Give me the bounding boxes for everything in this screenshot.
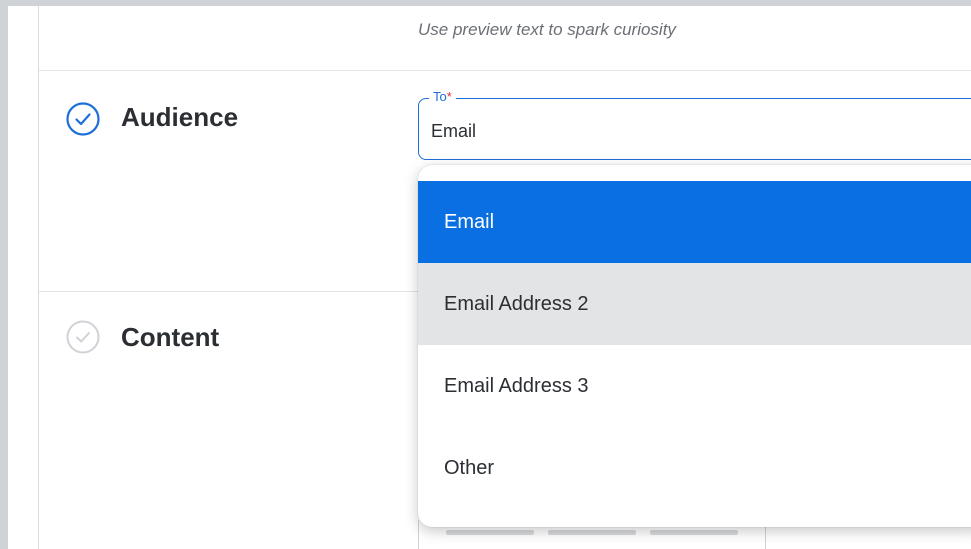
placeholder-bar bbox=[650, 530, 738, 535]
menu-item-email-address-3[interactable]: Email Address 3 bbox=[418, 345, 971, 427]
placeholder-bar bbox=[548, 530, 636, 535]
to-field[interactable]: To* Email bbox=[418, 89, 971, 160]
preview-text-hint: Use preview text to spark curiosity bbox=[418, 20, 676, 39]
placeholder-bar bbox=[446, 530, 534, 535]
menu-item-email[interactable]: Email bbox=[418, 181, 971, 263]
email-campaign-editor: Use preview text to spark curiosity Audi… bbox=[0, 0, 971, 549]
left-rail-divider bbox=[38, 6, 39, 549]
section-divider bbox=[39, 70, 971, 71]
required-marker: * bbox=[446, 89, 452, 104]
to-dropdown-menu: Email Email Address 2 Email Address 3 Ot… bbox=[418, 165, 971, 527]
to-field-value: Email bbox=[431, 121, 477, 141]
section-divider bbox=[39, 291, 419, 292]
audience-check-icon bbox=[66, 102, 100, 136]
content-section-title[interactable]: Content bbox=[121, 322, 219, 353]
content-check-icon bbox=[66, 320, 100, 354]
menu-item-other[interactable]: Other bbox=[418, 427, 971, 509]
to-field-label: To* bbox=[429, 89, 456, 104]
window-frame-top bbox=[0, 0, 971, 6]
audience-section-title[interactable]: Audience bbox=[121, 102, 238, 133]
window-frame-left bbox=[0, 0, 8, 549]
menu-item-email-address-2[interactable]: Email Address 2 bbox=[418, 263, 971, 345]
